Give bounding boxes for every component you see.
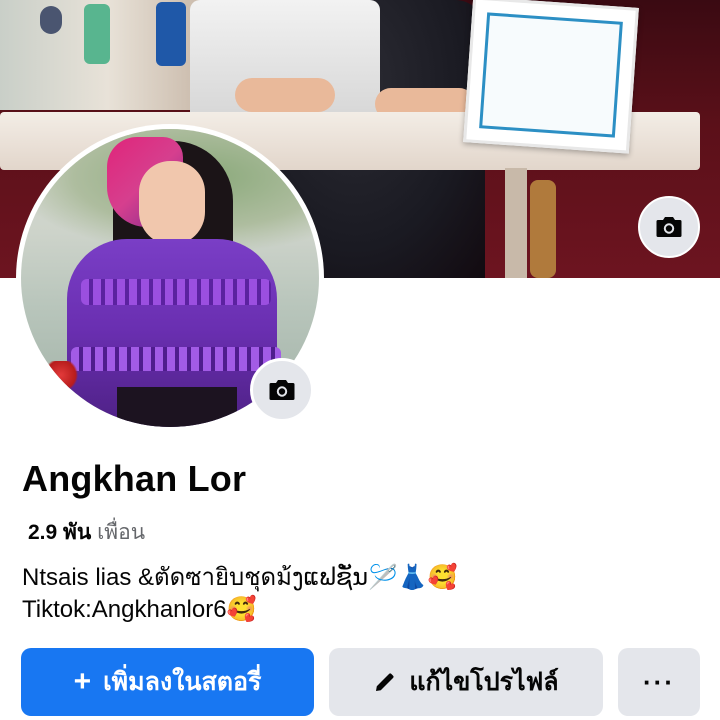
profile-camera-button[interactable]	[250, 358, 314, 422]
bio-line-2: Tiktok:Angkhanlor6🥰	[22, 596, 257, 623]
thread-spool-decor	[84, 4, 110, 64]
cover-vase-decor	[530, 180, 556, 278]
certificate-frame-decor	[463, 0, 639, 154]
add-to-story-button[interactable]: + เพิ่มลงในสตอรี่	[21, 648, 314, 716]
profile-name: Angkhan Lor	[22, 458, 247, 499]
bio-line-1: Ntsais lias &ตัดซายิบชุดม้ງແຟຊັ່ນ🪡👗🥰	[22, 564, 458, 591]
add-story-label: เพิ่มลงในสตอรี่	[103, 668, 262, 696]
edit-profile-label: แก้ไขโปรไฟล์	[409, 668, 559, 696]
cover-table-leg-decor	[505, 168, 527, 278]
camera-icon	[269, 380, 295, 400]
cover-arm-decor	[235, 78, 335, 112]
friends-number: 2.9 พัน	[28, 521, 92, 544]
edit-profile-button[interactable]: แก้ไขโปรไฟล์	[329, 648, 603, 716]
plus-icon: +	[73, 665, 92, 698]
thread-spool-decor	[156, 2, 186, 66]
more-dots-icon: ···	[643, 667, 675, 697]
pencil-icon	[376, 673, 394, 691]
thread-spool-decor	[40, 6, 62, 34]
certificate-border-decor	[479, 12, 623, 138]
friends-count[interactable]: 2.9 พัน เพื่อน	[28, 516, 145, 549]
profile-bio: Ntsais lias &ตัดซายิบชุดม้ງແຟຊັ່ນ🪡👗🥰 Tik…	[22, 562, 458, 626]
more-options-button[interactable]: ···	[618, 648, 700, 716]
friends-label: เพื่อน	[97, 521, 146, 544]
camera-icon	[656, 217, 682, 237]
cover-camera-button[interactable]	[638, 196, 700, 258]
